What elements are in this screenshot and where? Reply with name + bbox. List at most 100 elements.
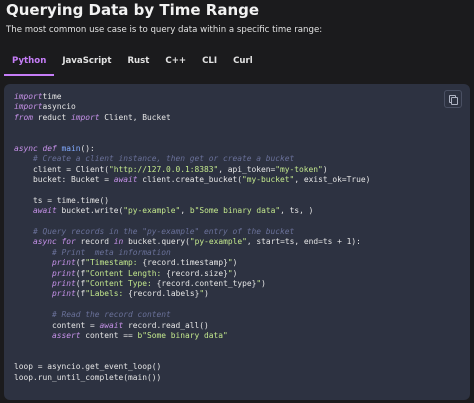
- tab-cpp[interactable]: C++: [157, 51, 194, 73]
- code-token: print: [52, 279, 76, 289]
- code-token: , ts, ): [280, 206, 314, 216]
- code-line: loop = asyncio.get_event_loop(): [14, 362, 370, 372]
- code-line: client = Client("http://127.0.0.1:8383",…: [14, 165, 370, 175]
- tab-rust[interactable]: Rust: [119, 51, 157, 73]
- code-line: # Create a client instance, then get or …: [14, 154, 370, 164]
- code-token: "Labels:: [85, 289, 129, 299]
- code-token: "Timestamp:: [85, 258, 143, 268]
- code-token: async for: [33, 237, 76, 247]
- code-token: print: [52, 289, 76, 299]
- docs-page: Querying Data by Time Range The most com…: [0, 0, 474, 403]
- code-token: asyncio: [42, 102, 76, 112]
- page-description: The most common use case is to query dat…: [6, 25, 323, 35]
- code-token: (f: [75, 268, 86, 278]
- code-token: record: [75, 237, 114, 247]
- code-line: async def main():: [14, 144, 370, 154]
- code-token: ): [232, 258, 238, 268]
- code-token: (f: [75, 289, 86, 299]
- code-token: main: [61, 143, 81, 153]
- code-content: importtime importasyncio from reduct impor…: [14, 92, 370, 383]
- code-token: "my-bucket": [242, 175, 295, 185]
- code-token: "py-example": [189, 237, 247, 247]
- code-token: "my-token": [275, 164, 323, 174]
- code-token: bucket.write(: [56, 206, 124, 216]
- code-token: assert: [52, 330, 81, 340]
- code-token: ): [232, 268, 238, 278]
- code-token: , exist_ok=True): [294, 175, 371, 185]
- code-line: assert content == b"Some binary data": [14, 331, 370, 341]
- code-line: async for record in bucket.query("py-exa…: [14, 237, 370, 247]
- code-block: importtime importasyncio from reduct impor…: [4, 84, 470, 400]
- code-token: reduct: [33, 112, 72, 122]
- code-token: (f: [75, 258, 86, 268]
- code-token: {record.size}: [166, 268, 228, 278]
- copy-button[interactable]: [444, 90, 462, 108]
- code-token: await: [113, 175, 138, 185]
- code-token: , api_token=: [218, 164, 276, 174]
- code-token: "Content Length:: [85, 268, 167, 278]
- code-token: in: [113, 237, 124, 247]
- code-line: importasyncio: [14, 102, 370, 112]
- code-token: print: [52, 268, 76, 278]
- code-token: ,: [180, 206, 190, 216]
- code-line: print(f"Content Length: {record.size}"): [14, 269, 370, 279]
- code-token: import: [71, 112, 100, 122]
- code-line: from reduct import Client, Bucket: [14, 113, 370, 123]
- code-line: # Print meta information: [14, 248, 370, 258]
- code-token: "http://127.0.0.1:8383": [109, 164, 219, 174]
- tab-javascript[interactable]: JavaScript: [54, 51, 119, 73]
- tab-cli[interactable]: CLI: [194, 51, 225, 73]
- code-line: ts = time.time(): [14, 196, 370, 206]
- code-token: content ==: [80, 330, 138, 340]
- code-token: content =: [14, 320, 100, 330]
- code-token: bucket.query(: [123, 237, 190, 247]
- code-token: # Read the record content: [14, 310, 171, 320]
- code-token: import: [14, 92, 43, 101]
- code-token: print: [52, 258, 76, 268]
- code-token: "Content Type:: [85, 279, 157, 289]
- code-token: # Print meta information: [14, 247, 171, 257]
- code-token: # Create a client instance, then get or …: [14, 154, 295, 164]
- code-line: # Query records in the "py-example" entr…: [14, 227, 370, 237]
- code-token: ts = time.time(): [14, 195, 110, 205]
- code-token: Client, Bucket: [99, 112, 171, 122]
- tab-curl[interactable]: Curl: [225, 51, 261, 73]
- code-token: {record.timestamp}: [142, 258, 228, 268]
- code-token: client.create_bucket(: [137, 175, 243, 185]
- code-token: ): [261, 279, 266, 289]
- code-line: await bucket.write("py-example", b"Some …: [14, 206, 370, 216]
- code-token: loop = asyncio.get_event_loop(): [14, 362, 162, 372]
- code-token: (f: [75, 279, 86, 289]
- copy-icon: [449, 94, 458, 105]
- code-line: loop.run_until_complete(main()): [14, 373, 370, 383]
- code-token: ): [204, 289, 209, 299]
- code-token: "py-example": [123, 206, 181, 216]
- code-line: importtime: [14, 92, 370, 102]
- code-token: time: [42, 92, 62, 101]
- code-token: ():: [80, 143, 95, 153]
- code-token: bucket: Bucket =: [14, 175, 114, 185]
- tab-python[interactable]: Python: [4, 51, 55, 76]
- code-line: # Read the record content: [14, 310, 370, 320]
- code-line: print(f"Timestamp: {record.timestamp}"): [14, 258, 370, 268]
- code-token: b"Some binary data": [189, 206, 281, 216]
- code-token: from: [14, 112, 34, 122]
- code-token: loop.run_until_complete(main()): [14, 372, 162, 382]
- code-token: {record.content_type}: [156, 279, 257, 289]
- code-token: await: [33, 206, 57, 216]
- code-token: client = Client(: [14, 164, 110, 174]
- code-line: print(f"Content Type: {record.content_ty…: [14, 279, 370, 289]
- code-token: {record.labels}: [128, 289, 200, 299]
